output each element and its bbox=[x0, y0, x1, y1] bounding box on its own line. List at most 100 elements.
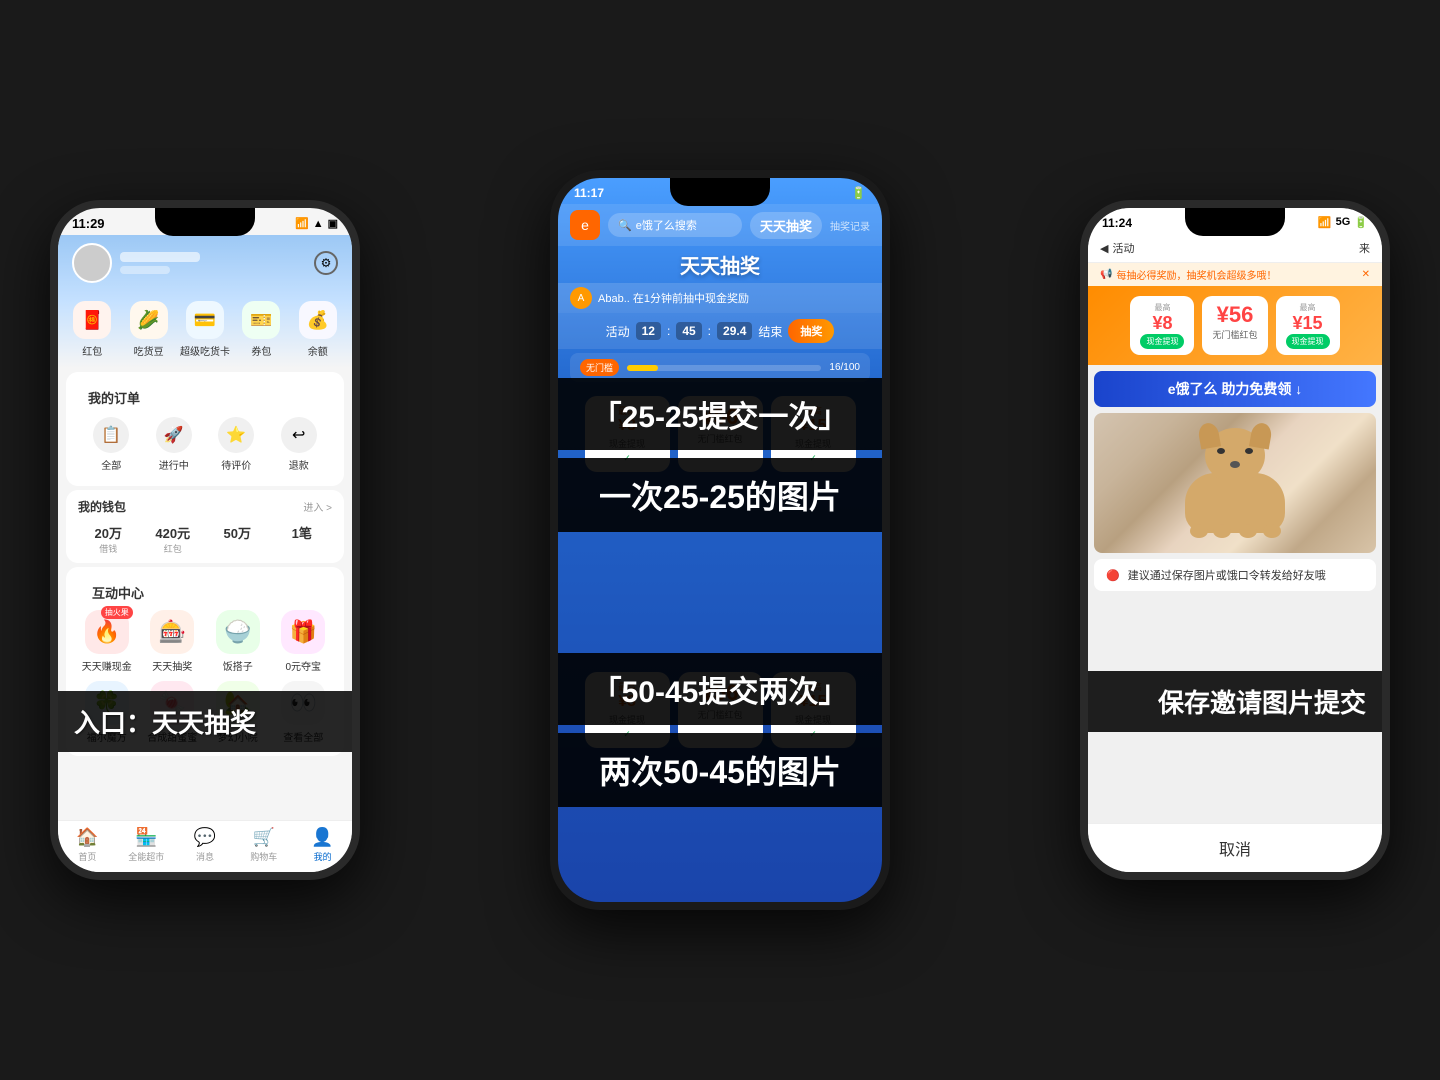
right-prize-type-2: 无门槛红包 bbox=[1212, 328, 1257, 341]
messages-icon: 💬 bbox=[194, 827, 216, 848]
quick-item-balance[interactable]: 💰 余额 bbox=[292, 301, 344, 358]
messages-label: 消息 bbox=[196, 850, 214, 863]
lottery-tab[interactable]: 天天抽奖 bbox=[750, 212, 822, 239]
draw-button[interactable]: 抽奖 bbox=[788, 319, 834, 343]
nav-home[interactable]: 🏠 首页 bbox=[58, 827, 117, 864]
cart-icon: 🛒 bbox=[253, 827, 275, 848]
center-screen: 11:17 🔋 e 🔍 e饿了么搜索 天天抽奖 抽奖记录 bbox=[558, 178, 882, 902]
coupon-icon: 🎫 bbox=[242, 301, 280, 339]
wallet-credit: 50万 bbox=[207, 523, 268, 555]
right-prize-card-2[interactable]: ¥56 无门槛红包 bbox=[1202, 296, 1267, 355]
prize-record[interactable]: 抽奖记录 bbox=[830, 218, 870, 233]
gift-label: 0元夺宝 bbox=[285, 658, 321, 673]
progress-fill bbox=[627, 365, 658, 371]
wallet-title: 我的钱包 bbox=[78, 498, 126, 515]
suggestion-icon: 🔴 bbox=[1106, 569, 1120, 582]
quick-item-card[interactable]: 💳 超级吃货卡 bbox=[179, 301, 231, 358]
right-prize-card-3[interactable]: 最高 ¥15 现金提现 bbox=[1276, 296, 1340, 355]
right-5g-label: 5G bbox=[1336, 216, 1351, 230]
quick-item-coupon[interactable]: 🎫 券包 bbox=[235, 301, 287, 358]
user-info bbox=[120, 252, 306, 274]
wifi-icon: ▲ bbox=[313, 218, 324, 230]
left-top-icons: ⚙ bbox=[58, 235, 352, 291]
balance-label: 余额 bbox=[308, 343, 328, 358]
quick-item-hongbao[interactable]: 🧧 红包 bbox=[66, 301, 118, 358]
dog-paw-4 bbox=[1263, 524, 1281, 538]
right-notch bbox=[1185, 208, 1285, 236]
left-overlay-text: 入口：天天抽奖 bbox=[58, 691, 352, 752]
search-bar[interactable]: 🔍 e饿了么搜索 bbox=[608, 213, 742, 237]
wallet-header: 我的钱包 进入 > bbox=[78, 498, 332, 515]
wallet-credit-num: 50万 bbox=[207, 523, 268, 542]
progress-text: 16/100 bbox=[829, 362, 860, 373]
order-row: 📋 全部 🚀 进行中 ⭐ 待评价 ↩ 退款 bbox=[74, 411, 336, 478]
back-icon[interactable]: ◀ bbox=[1100, 242, 1108, 255]
right-prize-btn-1: 现金提现 bbox=[1140, 334, 1184, 349]
dog-paw-2 bbox=[1213, 524, 1231, 538]
right-status-icons: 📶 5G 🔋 bbox=[1318, 216, 1368, 230]
order-review-label: 待评价 bbox=[221, 457, 251, 472]
nav-cart[interactable]: 🛒 购物车 bbox=[234, 827, 293, 864]
right-time: 11:24 bbox=[1102, 216, 1132, 230]
center-overlay-2: 一次25-25的图片 bbox=[558, 458, 882, 532]
order-review-icon: ⭐ bbox=[218, 417, 254, 453]
right-mid-banner-text: e饿了么 助力免费领 bbox=[1168, 381, 1292, 397]
right-mid-banner[interactable]: e饿了么 助力免费领 ↓ bbox=[1094, 371, 1376, 407]
center-overlay-4: 两次50-45的图片 bbox=[558, 733, 882, 807]
wallet-coupon-num: 420元 bbox=[143, 523, 204, 542]
dog-paw-3 bbox=[1239, 524, 1257, 538]
cancel-bar[interactable]: 取消 bbox=[1088, 823, 1382, 872]
order-all[interactable]: 📋 全部 bbox=[82, 417, 141, 472]
left-status-icons: 📶 ▲ ▣ bbox=[295, 217, 338, 230]
right-overlay-content: 保存邀请图片提交 bbox=[1158, 688, 1366, 718]
nav-supermarket[interactable]: 🏪 全能超市 bbox=[117, 827, 176, 864]
left-overlay-content: 入口：天天抽奖 bbox=[74, 708, 256, 738]
orders-title: 我的订单 bbox=[74, 380, 336, 411]
card-label: 超级吃货卡 bbox=[180, 343, 230, 358]
center-overlay-1: 「25-25提交一次」 bbox=[558, 378, 882, 450]
wallet-coupon: 420元 红包 bbox=[143, 523, 204, 555]
order-refund[interactable]: ↩ 退款 bbox=[270, 417, 329, 472]
order-inprogress[interactable]: 🚀 进行中 bbox=[145, 417, 204, 472]
dog-photo bbox=[1094, 413, 1376, 553]
battery-icon: ▣ bbox=[328, 217, 338, 230]
countdown-h: 12 bbox=[636, 322, 661, 340]
wallet-bills: 1笔 bbox=[272, 523, 333, 555]
order-inprogress-icon: 🚀 bbox=[156, 417, 192, 453]
order-refund-icon: ↩ bbox=[281, 417, 317, 453]
dog-eye-left bbox=[1217, 448, 1225, 454]
nav-profile[interactable]: 👤 我的 bbox=[293, 827, 352, 864]
right-prize-card-1[interactable]: 最高 ¥8 现金提现 bbox=[1130, 296, 1194, 355]
nav-messages[interactable]: 💬 消息 bbox=[176, 827, 235, 864]
quick-menu: 🧧 红包 🌽 吃货豆 💳 超级吃货卡 🎫 券包 bbox=[58, 291, 352, 368]
suggestion-text: 建议通过保存图片或饿口令转发给好友哦 bbox=[1128, 567, 1326, 583]
center-overlay-3: 「50-45提交两次」 bbox=[558, 653, 882, 725]
supermarket-icon: 🏪 bbox=[135, 827, 157, 848]
interact-food[interactable]: 🍚 饭搭子 bbox=[209, 610, 267, 673]
settings-icon[interactable]: ⚙ bbox=[314, 251, 338, 275]
center-time: 11:17 bbox=[574, 186, 604, 200]
dog-eye-right bbox=[1245, 448, 1253, 454]
center-top-bar: e 🔍 e饿了么搜索 天天抽奖 抽奖记录 bbox=[558, 204, 882, 246]
username-placeholder bbox=[120, 252, 200, 262]
balance-icon: 💰 bbox=[299, 301, 337, 339]
interact-lottery[interactable]: 🎰 天天抽奖 bbox=[144, 610, 202, 673]
dog-nose bbox=[1230, 461, 1240, 468]
wallet-more[interactable]: 进入 > bbox=[303, 499, 332, 514]
countdown-sep1: : bbox=[667, 324, 670, 338]
interact-gift[interactable]: 🎁 0元夺宝 bbox=[275, 610, 333, 673]
suggestion-box: 🔴 建议通过保存图片或饿口令转发给好友哦 bbox=[1094, 559, 1376, 591]
phone-right: 11:24 📶 5G 🔋 ◀ 活动 来 📢 每抽必得奖励，抽奖机会超级多哦！ ✕ bbox=[1080, 200, 1390, 880]
right-overlay-text: 保存邀请图片提交 bbox=[1088, 671, 1382, 732]
interaction-grid-row1: 🔥 抽火果 天天赚现金 🎰 天天抽奖 🍚 饭搭子 🎁 bbox=[78, 606, 332, 677]
chihuo-label: 吃货豆 bbox=[134, 343, 164, 358]
quick-item-chihuo[interactable]: 🌽 吃货豆 bbox=[122, 301, 174, 358]
right-prize-val-1: ¥8 bbox=[1140, 313, 1184, 334]
close-notice-icon[interactable]: ✕ bbox=[1362, 269, 1370, 280]
dog-content bbox=[1155, 423, 1315, 543]
order-review[interactable]: ⭐ 待评价 bbox=[207, 417, 266, 472]
notice-bar: 📢 每抽必得奖励，抽奖机会超级多哦！ ✕ bbox=[1088, 263, 1382, 286]
left-screen: 11:29 📶 ▲ ▣ ⚙ bbox=[58, 208, 352, 872]
center-battery-icon: 🔋 bbox=[851, 186, 866, 200]
interact-cash[interactable]: 🔥 抽火果 天天赚现金 bbox=[78, 610, 136, 673]
